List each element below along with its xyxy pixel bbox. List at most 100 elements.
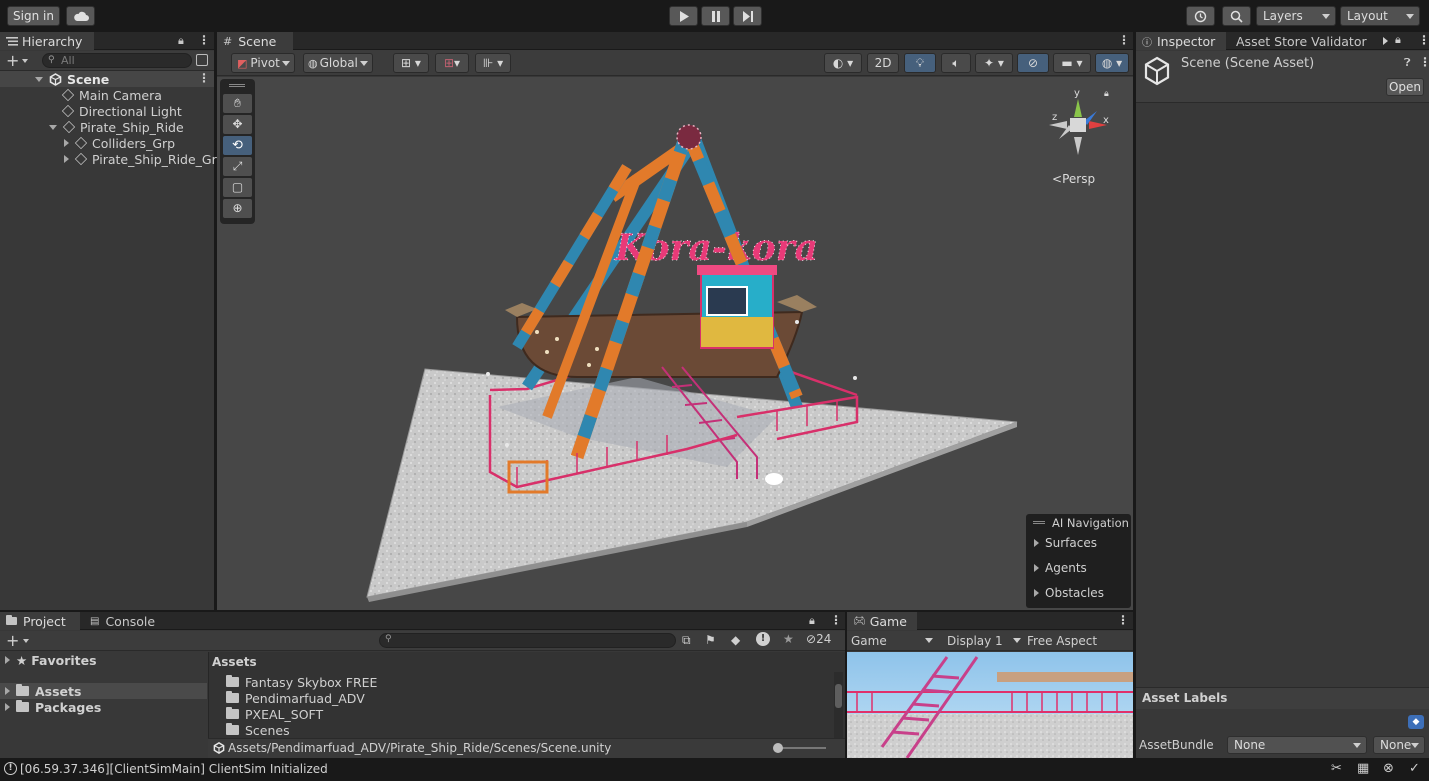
ai-nav-agents[interactable]: Agents bbox=[1034, 560, 1087, 576]
scene-more-menu-icon[interactable]: ⋮ bbox=[1118, 33, 1130, 47]
grid-snap-button[interactable]: ⊞ ▾ bbox=[393, 53, 429, 73]
cloud-button[interactable] bbox=[66, 6, 95, 26]
game-mode-dropdown[interactable]: Game bbox=[851, 633, 935, 649]
expand-arrow-icon[interactable] bbox=[64, 139, 69, 147]
hierarchy-item-pirate-ship-ride[interactable]: Pirate_Ship_Ride bbox=[49, 119, 184, 135]
header-more-icon[interactable]: ⋮ bbox=[1419, 55, 1429, 69]
assets-breadcrumb[interactable]: Assets bbox=[212, 655, 257, 669]
lock-icon[interactable]: 🔒︎ bbox=[178, 34, 184, 48]
hierarchy-item-directional-light[interactable]: Directional Light bbox=[61, 103, 182, 119]
folder-item[interactable]: Fantasy Skybox FREE bbox=[226, 674, 377, 690]
toggle-2d-button[interactable]: 2D bbox=[867, 53, 899, 73]
rect-tool-button[interactable]: ▢ bbox=[223, 178, 252, 197]
folder-item[interactable]: Scenes bbox=[226, 722, 290, 738]
display-dropdown[interactable]: Display 1 bbox=[947, 633, 1021, 649]
bug-report-icon[interactable]: ✂ bbox=[1331, 761, 1342, 776]
check-status-icon[interactable]: ✓ bbox=[1409, 761, 1420, 776]
project-lock-icon[interactable]: 🔒︎ bbox=[809, 614, 815, 628]
sign-in-button[interactable]: Sign in bbox=[7, 6, 60, 26]
expand-arrow-icon[interactable] bbox=[5, 656, 10, 664]
tab-asset-store-validator[interactable]: Asset Store Validator bbox=[1230, 32, 1367, 50]
folder-item[interactable]: PXEAL_SOFT bbox=[226, 706, 323, 722]
inspector-lock-icon[interactable]: 🔒︎ bbox=[1395, 33, 1401, 47]
palette-drag-handle[interactable] bbox=[229, 84, 245, 87]
inspector-more-icon[interactable]: ⋮ bbox=[1418, 33, 1429, 47]
layout-dropdown[interactable]: Layout bbox=[1340, 6, 1420, 26]
expand-arrow-icon[interactable] bbox=[5, 703, 10, 711]
game-more-icon[interactable]: ⋮ bbox=[1117, 613, 1129, 627]
icon-size-slider[interactable] bbox=[773, 743, 826, 753]
expand-arrow-icon[interactable] bbox=[49, 124, 57, 130]
audio-toggle[interactable]: 🔈︎ bbox=[941, 53, 971, 73]
hierarchy-item-pirate-ship-ride-grp[interactable]: Pirate_Ship_Ride_Grp bbox=[64, 151, 225, 167]
project-search-input[interactable]: ⚲ bbox=[379, 633, 676, 648]
assets-tree-item[interactable]: Assets bbox=[5, 683, 81, 699]
gizmos-dropdown[interactable]: ◍ ▾ bbox=[1095, 53, 1129, 73]
log-warning-icon[interactable]: ! bbox=[756, 632, 770, 646]
packages-tree-item[interactable]: Packages bbox=[5, 699, 101, 715]
more-menu-icon[interactable]: ⋮ bbox=[198, 33, 210, 47]
step-button[interactable] bbox=[733, 6, 762, 26]
project-add-icon[interactable]: + bbox=[6, 631, 19, 650]
hierarchy-item-main-camera[interactable]: Main Camera bbox=[61, 87, 162, 103]
hand-tool-button[interactable]: ✋︎ bbox=[223, 94, 252, 113]
debug-mode-icon[interactable]: ⊗ bbox=[1383, 761, 1394, 776]
project-add-arrow-icon[interactable] bbox=[23, 639, 29, 643]
history-button[interactable] bbox=[1186, 6, 1215, 26]
projection-toggle[interactable]: <Persp bbox=[1052, 172, 1095, 186]
scene-more-icon[interactable]: ⋮ bbox=[198, 71, 210, 85]
add-icon[interactable]: + bbox=[6, 51, 19, 70]
hidden-packages-toggle[interactable]: ⊘24 bbox=[806, 632, 831, 646]
scene-root-item[interactable]: Scene bbox=[35, 71, 109, 87]
progress-icon[interactable]: ▦ bbox=[1357, 761, 1369, 776]
scene-viewport[interactable]: Kora-kora ✋︎ ✥ ⟲ ⤢ ▢ ⊕ y x z 🔒︎ <Persp A… bbox=[217, 77, 1133, 610]
tab-project[interactable]: Project bbox=[0, 612, 80, 630]
info-log-icon[interactable]: ! bbox=[4, 762, 17, 775]
camera-dropdown[interactable]: ▬ ▾ bbox=[1053, 53, 1091, 73]
search-filter-button[interactable] bbox=[196, 54, 208, 66]
lighting-toggle[interactable]: 💡︎ bbox=[904, 53, 936, 73]
project-more-icon[interactable]: ⋮ bbox=[830, 613, 842, 627]
slider-thumb[interactable] bbox=[773, 743, 783, 753]
rotate-tool-button[interactable]: ⟲ bbox=[223, 136, 252, 155]
filter-label-icon[interactable]: ◆ bbox=[731, 633, 740, 647]
move-tool-button[interactable]: ✥ bbox=[223, 115, 252, 134]
help-icon[interactable]: ❓︎ bbox=[1404, 56, 1411, 70]
favorite-star-icon[interactable]: ★ bbox=[783, 632, 794, 646]
tab-hierarchy[interactable]: Hierarchy bbox=[0, 32, 94, 50]
gizmo-lock-icon[interactable]: 🔒︎ bbox=[1104, 89, 1109, 99]
assetbundle-variant-dropdown[interactable]: None bbox=[1373, 736, 1425, 754]
add-dropdown-arrow-icon[interactable] bbox=[22, 59, 28, 63]
ai-nav-surfaces[interactable]: Surfaces bbox=[1034, 535, 1097, 551]
orientation-gizmo[interactable]: y x z bbox=[1045, 87, 1115, 167]
transform-tool-button[interactable]: ⊕ bbox=[223, 199, 252, 218]
expand-arrow-icon[interactable] bbox=[5, 687, 10, 695]
visibility-toggle[interactable]: ⊘ bbox=[1017, 53, 1049, 73]
filter-type-icon[interactable]: ⚑ bbox=[705, 633, 716, 647]
play-button[interactable] bbox=[669, 6, 698, 26]
global-dropdown[interactable]: ◍ Global bbox=[303, 53, 373, 73]
asset-list-scrollbar[interactable] bbox=[834, 672, 843, 738]
hierarchy-item-colliders-grp[interactable]: Colliders_Grp bbox=[64, 135, 175, 151]
ai-nav-drag-handle[interactable] bbox=[1033, 521, 1045, 524]
scale-tool-button[interactable]: ⤢ bbox=[223, 157, 252, 176]
search-button[interactable] bbox=[1222, 6, 1251, 26]
aspect-dropdown[interactable]: Free Aspect bbox=[1027, 633, 1127, 649]
hierarchy-search-input[interactable]: ⚲ All bbox=[42, 53, 192, 68]
pause-button[interactable] bbox=[701, 6, 730, 26]
increment-snap-button[interactable]: ⊞ ▾ bbox=[435, 53, 469, 73]
tab-scroll-arrow-icon[interactable] bbox=[1383, 37, 1388, 45]
tab-game[interactable]: 🎮︎ Game bbox=[847, 612, 917, 630]
ai-nav-obstacles[interactable]: Obstacles bbox=[1034, 585, 1104, 601]
search-type-icon[interactable]: ⧉ bbox=[682, 633, 691, 648]
tab-inspector[interactable]: ⓘ Inspector bbox=[1136, 32, 1226, 50]
expand-arrow-icon[interactable] bbox=[64, 155, 69, 163]
open-button[interactable]: Open bbox=[1386, 78, 1424, 96]
scrollbar-thumb[interactable] bbox=[835, 684, 842, 708]
shading-mode-button[interactable]: ◐ ▾ bbox=[824, 53, 862, 73]
tab-console[interactable]: ▤ Console bbox=[84, 612, 155, 630]
status-message[interactable]: [06.59.37.346][ClientSimMain] ClientSim … bbox=[20, 762, 328, 776]
pivot-dropdown[interactable]: ◩ Pivot bbox=[231, 53, 295, 73]
ruler-button[interactable]: ⊪ ▾ bbox=[475, 53, 511, 73]
favorites-item[interactable]: ★ Favorites bbox=[5, 652, 97, 668]
